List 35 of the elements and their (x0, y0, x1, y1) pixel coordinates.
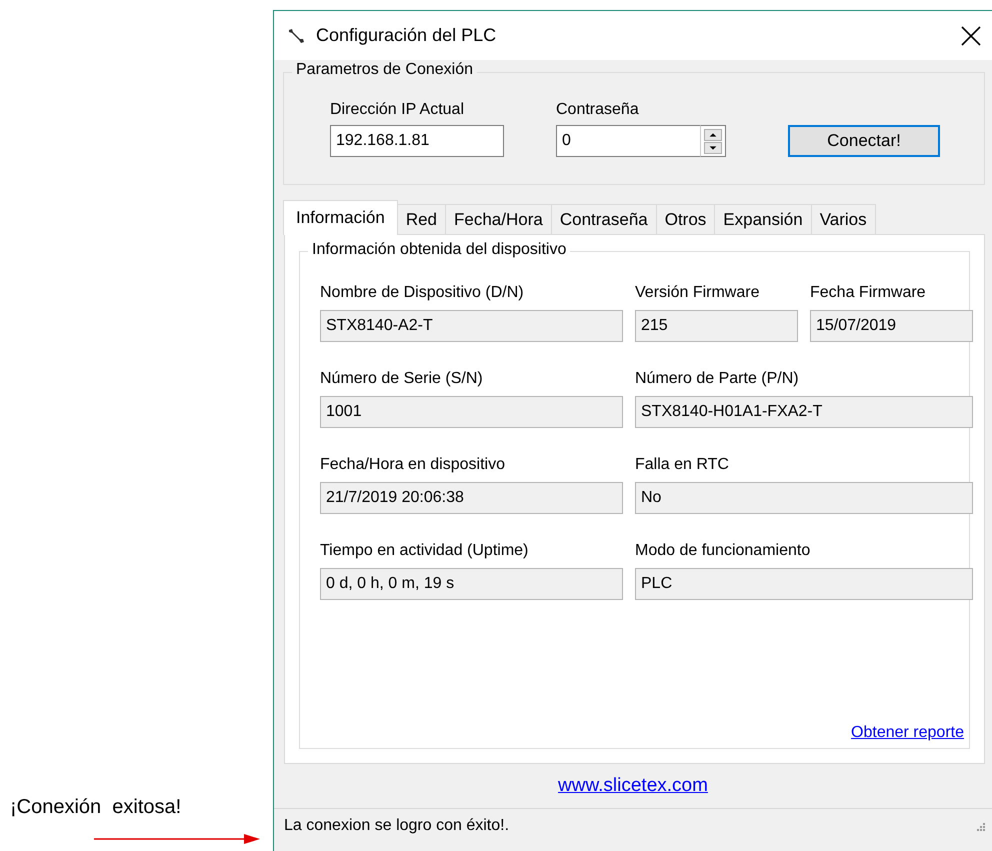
readonly-field: STX8140-A2-T (320, 310, 623, 342)
ip-field[interactable]: 192.168.1.81 (330, 125, 504, 157)
readonly-field: STX8140-H01A1-FXA2-T (635, 396, 973, 428)
field-label: Contraseña (556, 101, 640, 119)
field-label: Modo de funcionamiento (635, 542, 812, 560)
field-label: Número de Parte (P/N) (635, 370, 800, 388)
readonly-field: 215 (635, 310, 798, 342)
field-label: Fecha Firmware (810, 284, 927, 302)
readonly-field: 0 d, 0 h, 0 m, 19 s (320, 568, 623, 600)
password-field[interactable]: 0 (556, 125, 700, 157)
annotation-text: ¡Conexión exitosa! (9, 796, 182, 819)
readonly-field: 15/07/2019 (810, 310, 973, 342)
field-label: Dirección IP Actual (330, 101, 465, 119)
field-label: Número de Serie (S/N) (320, 370, 484, 388)
arrow-icon (94, 833, 260, 845)
spin-up-icon[interactable] (704, 128, 722, 140)
window-title: Configuración del PLC (316, 25, 498, 46)
field-label: Versión Firmware (635, 284, 760, 302)
field-label: Nombre de Dispositivo (D/N) (320, 284, 525, 302)
group-title: Información obtenida del dispositivo (308, 241, 570, 259)
connect-button[interactable]: Conectar! (788, 125, 940, 157)
website-link[interactable]: www.slicetex.com (558, 775, 708, 797)
tab[interactable]: Información (283, 200, 398, 235)
field-label: Fecha/Hora en dispositivo (320, 456, 506, 474)
spin-down-icon[interactable] (704, 142, 722, 154)
readonly-field: PLC (635, 568, 973, 600)
readonly-field: No (635, 482, 973, 514)
close-icon[interactable] (960, 24, 982, 46)
field-label: Falla en RTC (635, 456, 730, 474)
readonly-field: 21/7/2019 20:06:38 (320, 482, 623, 514)
status-text: La conexion se logro con éxito!. (284, 816, 510, 834)
field-label: Tiempo en actividad (Uptime) (320, 542, 530, 560)
report-link[interactable]: Obtener reporte (851, 724, 964, 742)
readonly-field: 1001 (320, 396, 623, 428)
tab[interactable]: Varios (810, 204, 876, 235)
